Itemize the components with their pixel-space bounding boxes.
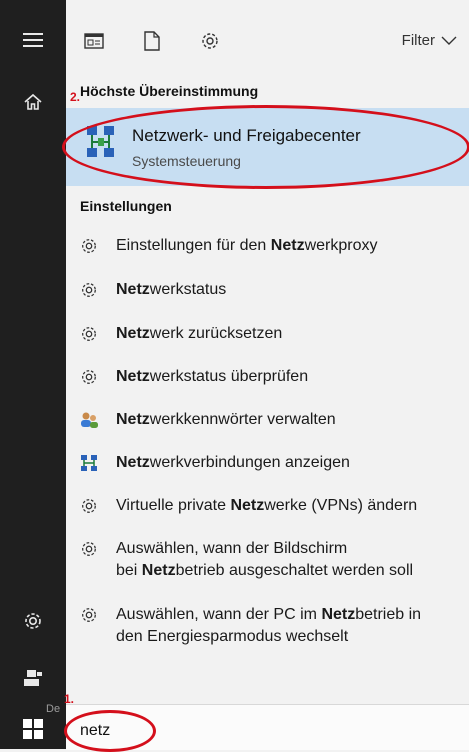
user-icon[interactable] [0, 664, 66, 690]
settings-icon[interactable] [0, 608, 66, 634]
setting-item-label: Virtuelle private Netzwerke (VPNs) änder… [116, 497, 418, 514]
gear-icon [78, 235, 100, 257]
filter-label: Filter [401, 32, 435, 49]
home-icon[interactable] [0, 89, 66, 115]
setting-item-netzwerkproxy[interactable]: Einstellungen für den Netzwerkproxy [66, 235, 469, 257]
best-match-heading: Höchste Übereinstimmung [80, 83, 259, 99]
annotation-ellipse-best-match [62, 105, 469, 189]
setting-item-netzwerkstatus-pruefen[interactable]: Netzwerkstatus überprüfen [66, 366, 469, 388]
annotation-ellipse-search [64, 710, 156, 752]
setting-item-label: Netzwerkstatus überprüfen [116, 368, 309, 385]
setting-item-netzwerkverbindungen[interactable]: Netzwerkverbindungen anzeigen [66, 452, 469, 474]
results-topbar: Filter [66, 0, 469, 80]
annotation-label-2: 2. [70, 90, 81, 104]
users-network-icon [78, 409, 100, 431]
windows-start-icon[interactable] [0, 716, 66, 742]
gear-icon [78, 495, 100, 517]
setting-item-label: Auswählen, wann der PC im Netzbetrieb in… [116, 606, 422, 645]
setting-item-bildschirm-netzbetrieb[interactable]: Auswählen, wann der Bildschirm bei Netzbe… [66, 538, 469, 582]
gear-icon [78, 538, 100, 560]
setting-item-label: Netzwerkstatus [116, 281, 227, 298]
setting-item-label: Netzwerkkennwörter verwalten [116, 411, 336, 428]
gear-icon [78, 366, 100, 388]
network-connections-icon [78, 452, 100, 474]
hamburger-menu-icon[interactable] [0, 28, 66, 52]
document-list-icon[interactable] [82, 29, 106, 53]
annotation-label-1: 1. [64, 692, 75, 706]
setting-item-label: Einstellungen für den Netzwerkproxy [116, 237, 378, 254]
gear-icon [78, 323, 100, 345]
filter-button[interactable]: Filter [402, 32, 457, 49]
start-sidebar: De [0, 0, 66, 749]
chevron-down-icon [441, 36, 457, 45]
gear-icon [78, 279, 100, 301]
taskbar-ghost-text: De [46, 703, 61, 715]
gear-icon [78, 604, 100, 626]
document-icon[interactable] [140, 29, 164, 53]
settings-heading: Einstellungen [80, 198, 172, 214]
setting-item-pc-netzbetrieb[interactable]: Auswählen, wann der PC im Netzbetrieb in… [66, 604, 469, 648]
setting-item-label: Auswählen, wann der Bildschirm bei Netzbe… [116, 540, 414, 579]
setting-item-netzwerkstatus[interactable]: Netzwerkstatus [66, 279, 469, 301]
setting-item-label: Netzwerkverbindungen anzeigen [116, 454, 350, 471]
settings-icon[interactable] [198, 29, 222, 53]
setting-item-vpn[interactable]: Virtuelle private Netzwerke (VPNs) änder… [66, 495, 469, 517]
setting-item-label: Netzwerk zurücksetzen [116, 325, 283, 342]
setting-item-netzwerk-zuruecksetzen[interactable]: Netzwerk zurücksetzen [66, 323, 469, 345]
setting-item-netzwerkkennwoerter[interactable]: Netzwerkkennwörter verwalten [66, 409, 469, 431]
